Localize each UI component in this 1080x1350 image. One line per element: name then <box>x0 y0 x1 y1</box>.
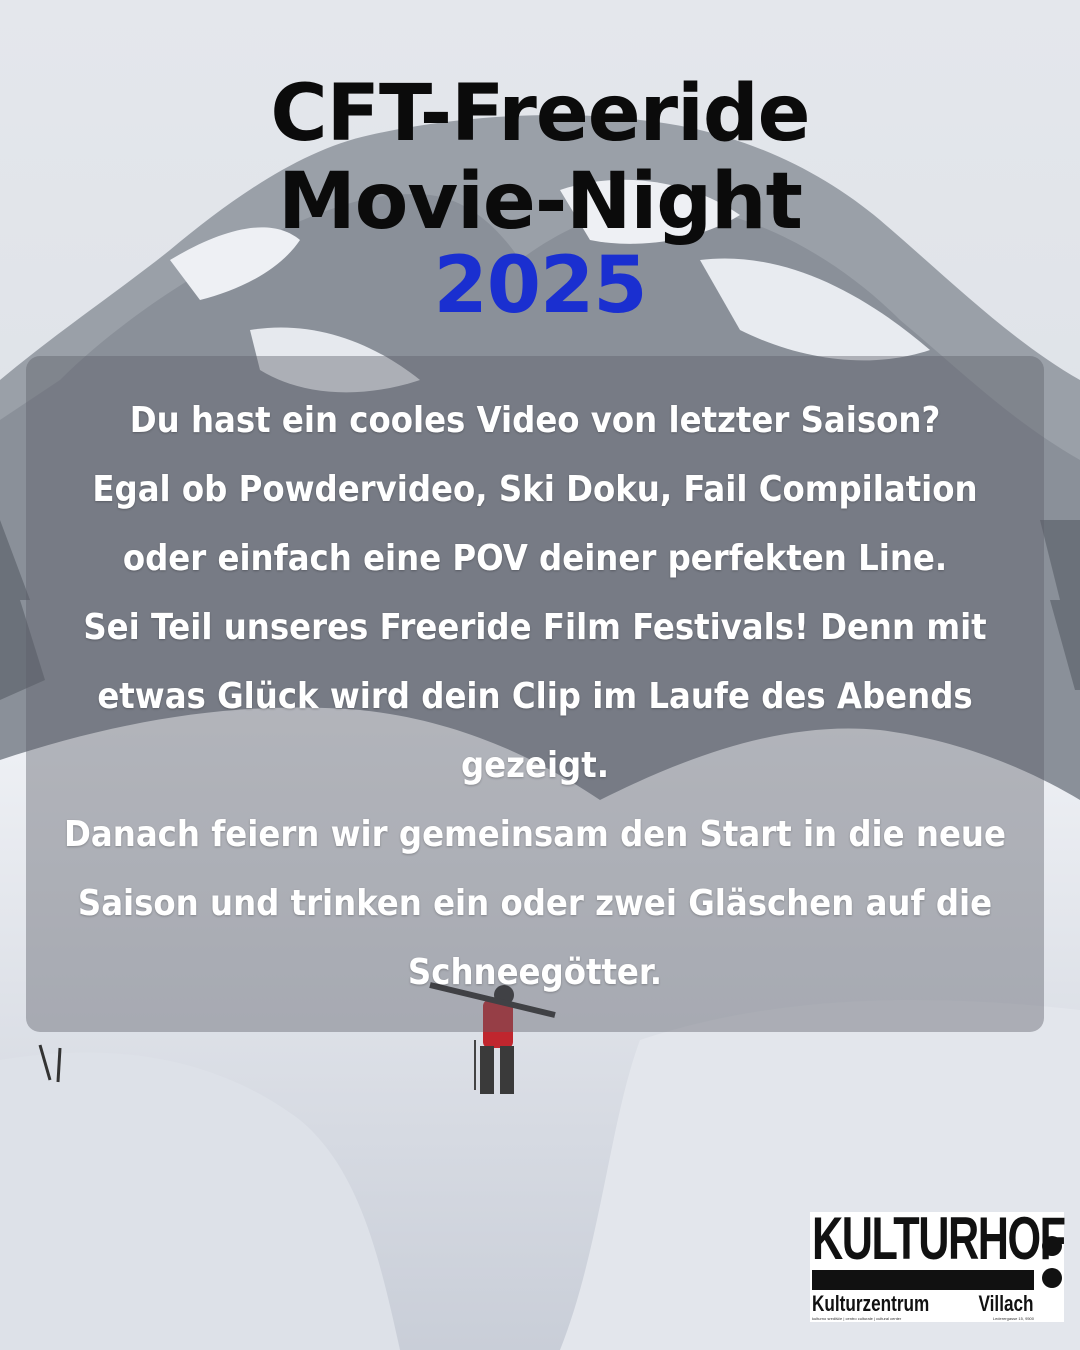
title-line-2: Movie-Night <box>278 157 803 247</box>
logo-name: KULTURHOF <box>812 1205 1066 1272</box>
description-line: Sei Teil unseres Freeride Film Festivals… <box>83 607 987 648</box>
description-text: Du hast ein cooles Video von letzter Sai… <box>26 386 1044 1007</box>
logo-bar <box>812 1270 1034 1290</box>
description-line: Danach feiern wir gemeinsam den Start in… <box>64 814 1006 855</box>
description-panel: Du hast ein cooles Video von letzter Sai… <box>26 356 1044 1032</box>
description-line: Egal ob Powdervideo, Ski Doku, Fail Comp… <box>92 469 978 510</box>
logo-tagline: kulturno središče | centro culturale | c… <box>812 1316 902 1321</box>
title-year: 2025 <box>433 241 647 331</box>
logo-subtitle-left: Kulturzentrum <box>812 1291 930 1316</box>
logo-address: Lederergasse 15, 9500 <box>992 1316 1034 1321</box>
description-line: gezeigt. <box>460 745 610 786</box>
description-line: etwas Glück wird dein Clip im Laufe des … <box>97 676 973 717</box>
logo-dot-icon <box>1042 1268 1062 1288</box>
title-block: CFT-Freeride Movie-Night 2025 <box>0 70 1080 326</box>
logo-dot-icon <box>1042 1236 1062 1256</box>
logo-subtitle-right: Villach <box>978 1291 1034 1316</box>
kulturhof-logo: KULTURHOF Kulturzentrum Villach kulturno… <box>810 1208 1066 1322</box>
poster: CFT-Freeride Movie-Night 2025 Du hast ei… <box>0 0 1080 1350</box>
description-line: Schneegötter. <box>407 952 663 993</box>
title-line-1: CFT-Freeride <box>270 69 810 159</box>
description-line: Saison und trinken ein oder zwei Gläsche… <box>77 883 993 924</box>
description-line: oder einfach eine POV deiner perfekten L… <box>122 538 948 579</box>
description-line: Du hast ein cooles Video von letzter Sai… <box>129 400 941 441</box>
